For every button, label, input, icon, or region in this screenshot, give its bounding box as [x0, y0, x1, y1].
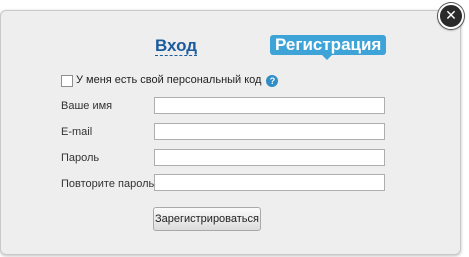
tab-register[interactable]: Регистрация — [270, 35, 387, 60]
name-input[interactable] — [154, 97, 385, 114]
register-button[interactable]: Зарегистрироваться — [153, 207, 261, 231]
email-label: E-mail — [61, 126, 93, 138]
personal-code-option: У меня есть свой персональный код ? — [61, 74, 279, 87]
personal-code-label[interactable]: У меня есть свой персональный код — [76, 74, 261, 87]
help-icon[interactable]: ? — [266, 74, 279, 87]
tab-register-label: Регистрация — [275, 35, 382, 54]
tab-active-pointer — [322, 55, 332, 60]
email-input[interactable] — [154, 123, 385, 140]
tab-login[interactable]: Вход — [155, 36, 198, 56]
password-label: Пароль — [61, 152, 100, 164]
name-label: Ваше имя — [61, 100, 113, 112]
close-icon[interactable]: ✕ — [438, 3, 464, 29]
password-repeat-label: Повторите пароль — [61, 178, 155, 190]
password-repeat-input[interactable] — [154, 174, 385, 191]
personal-code-checkbox[interactable] — [61, 74, 73, 87]
password-input[interactable] — [154, 149, 385, 166]
